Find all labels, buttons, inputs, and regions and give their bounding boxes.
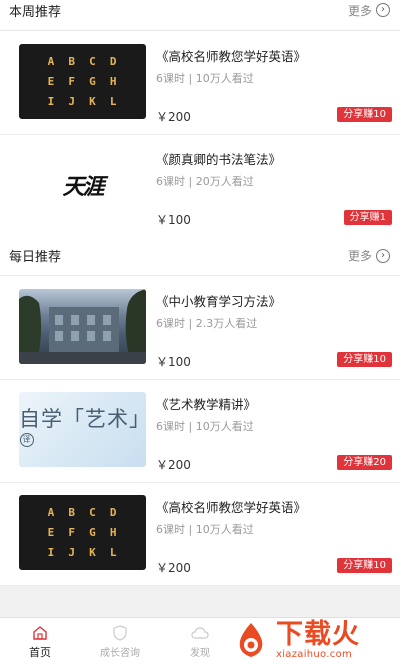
- watermark-logo: 下载火 xiazaihuo.com: [230, 614, 394, 666]
- course-title: 《颜真卿的书法笔法》: [156, 152, 282, 167]
- share-earn-button[interactable]: 分享赚10: [337, 107, 392, 122]
- more-label: 更多: [347, 249, 372, 263]
- thumb-letter: A: [47, 55, 56, 69]
- thumb-letter: L: [109, 94, 118, 108]
- course-meta: 6课时 | 2.3万人看过: [156, 317, 258, 330]
- course-meta: 6课时 | 10万人看过: [156, 72, 254, 85]
- section-title: 每日推荐: [9, 250, 62, 265]
- course-thumbnail: 天涯: [19, 147, 146, 222]
- more-link[interactable]: 更多 ›: [348, 247, 390, 264]
- tab-label: 成长咨询: [100, 648, 140, 659]
- course-title: 《中小教育学习方法》: [156, 294, 282, 309]
- course-thumbnail: A B C D E F G H I J K L: [19, 495, 146, 570]
- share-earn-button[interactable]: 分享赚10: [337, 558, 392, 573]
- course-price: ￥200: [156, 458, 191, 472]
- watermark-text: 下载火: [276, 618, 360, 650]
- course-meta: 6课时 | 10万人看过: [156, 523, 254, 536]
- thumb-letter: G: [89, 525, 97, 539]
- translate-badge-icon: 译: [20, 432, 34, 447]
- thumb-letter: G: [89, 74, 97, 88]
- thumb-letter: I: [47, 94, 56, 108]
- thumb-letter: C: [89, 55, 97, 69]
- art-title: 自学「艺术」译: [19, 403, 146, 457]
- thumb-letter: E: [47, 74, 56, 88]
- thumb-letter: B: [68, 506, 76, 520]
- course-price: ￥200: [156, 110, 191, 124]
- course-meta: 6课时 | 20万人看过: [156, 175, 254, 188]
- art-title-text: 自学「艺术」: [19, 406, 146, 431]
- chevron-right-icon: ›: [376, 3, 390, 17]
- tab-label: 发现: [190, 648, 210, 659]
- shield-icon: [111, 625, 129, 641]
- thumb-letter: E: [47, 525, 56, 539]
- course-card[interactable]: 《中小教育学习方法》 6课时 | 2.3万人看过 ￥100 分享赚10: [0, 277, 400, 380]
- thumb-letter: L: [109, 545, 118, 559]
- thumb-letter: H: [109, 74, 118, 88]
- section-title: 本周推荐: [9, 4, 62, 20]
- calligraphy-logo: 天涯: [62, 173, 104, 200]
- course-price: ￥100: [156, 213, 191, 227]
- more-link[interactable]: 更多 ›: [348, 2, 390, 19]
- course-card[interactable]: A B C D E F G H I J K L 《高校名师教您学好英语》 6课时…: [0, 483, 400, 586]
- daily-section-header: 每日推荐 更多 ›: [0, 236, 400, 276]
- thumb-letter: D: [109, 55, 118, 69]
- thumb-letter: H: [109, 525, 118, 539]
- thumb-letter: F: [68, 525, 76, 539]
- thumb-letter: I: [47, 545, 56, 559]
- watermark-url: xiazaihuo.com: [276, 648, 353, 660]
- tab-label: 首页: [29, 645, 51, 659]
- home-icon: [31, 625, 49, 641]
- thumb-letter: F: [68, 74, 76, 88]
- chevron-right-icon: ›: [376, 248, 390, 263]
- thumb-letter: C: [89, 506, 97, 520]
- course-title: 《艺术教学精讲》: [156, 397, 257, 412]
- more-label: 更多: [347, 3, 372, 18]
- thumb-letter: K: [89, 94, 97, 108]
- thumb-letter: D: [109, 506, 118, 520]
- thumb-letter: K: [89, 545, 97, 559]
- course-thumbnail: 自学「艺术」译: [19, 392, 146, 467]
- bottom-spacer: [0, 586, 400, 617]
- thumb-letter: A: [47, 506, 56, 520]
- thumb-letter: B: [68, 55, 76, 69]
- course-card[interactable]: 自学「艺术」译 《艺术教学精讲》 6课时 | 10万人看过 ￥200 分享赚20: [0, 380, 400, 483]
- thumb-letter: J: [68, 94, 76, 108]
- course-card[interactable]: A B C D E F G H I J K L 《高校名师教您学好英语》 6课时…: [0, 32, 400, 135]
- course-price: ￥200: [156, 561, 191, 575]
- cloud-icon: [191, 625, 209, 641]
- course-title: 《高校名师教您学好英语》: [156, 500, 307, 515]
- share-earn-button[interactable]: 分享赚10: [337, 352, 392, 367]
- course-title: 《高校名师教您学好英语》: [156, 49, 307, 64]
- weekly-section-header: 本周推荐 更多 ›: [0, 0, 400, 30]
- building-photo-icon: [19, 289, 146, 364]
- course-price: ￥100: [156, 355, 191, 369]
- course-card[interactable]: 天涯 《颜真卿的书法笔法》 6课时 | 20万人看过 ￥100 分享赚1: [0, 135, 400, 238]
- course-thumbnail: [19, 289, 146, 364]
- course-meta: 6课时 | 10万人看过: [156, 420, 254, 433]
- divider: [0, 30, 400, 31]
- tab-home[interactable]: 首页: [0, 618, 80, 666]
- share-earn-button[interactable]: 分享赚1: [343, 210, 392, 225]
- tab-growth-consult[interactable]: 成长咨询: [80, 618, 160, 666]
- thumb-letter: J: [68, 545, 76, 559]
- share-earn-button[interactable]: 分享赚20: [337, 455, 392, 470]
- flame-logo-icon: [239, 623, 263, 657]
- course-thumbnail: A B C D E F G H I J K L: [19, 44, 146, 119]
- tab-discover[interactable]: 发现: [160, 618, 240, 666]
